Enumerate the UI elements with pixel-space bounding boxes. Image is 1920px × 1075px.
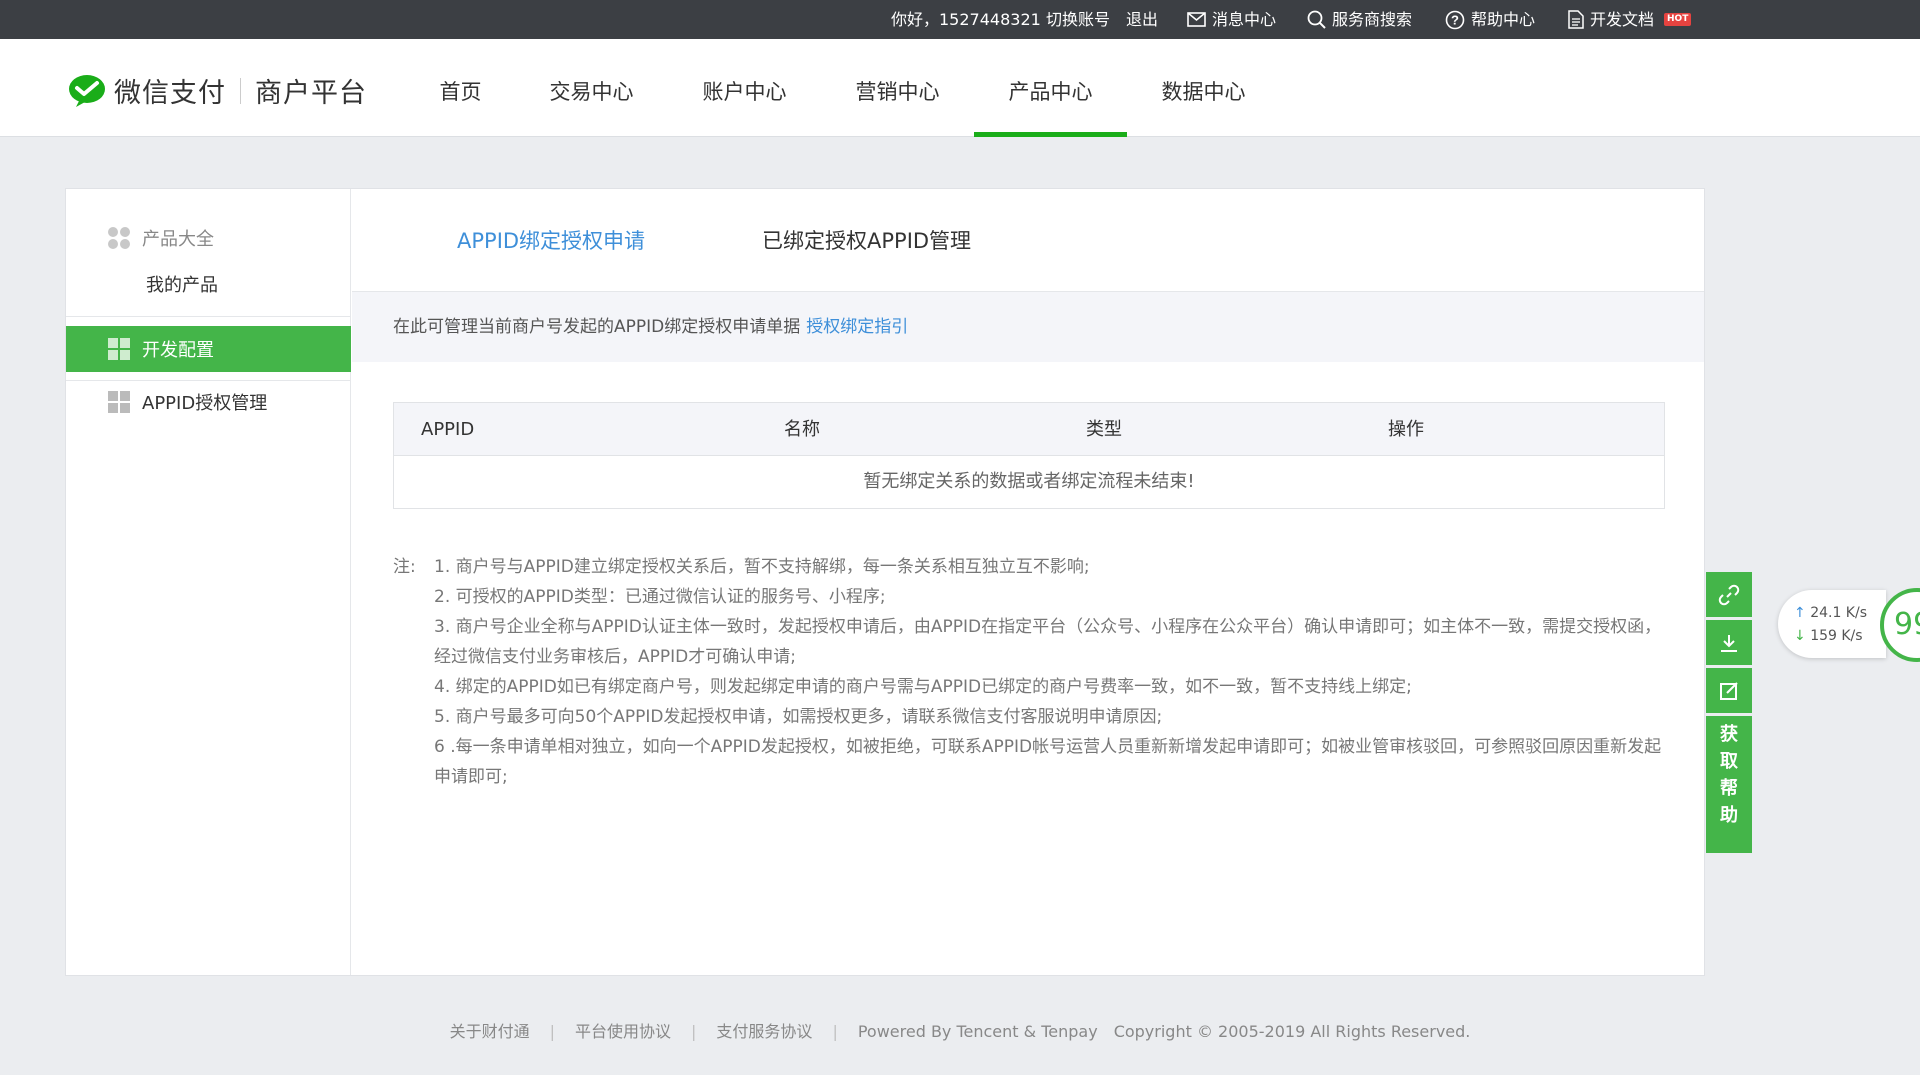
link-tool-button[interactable] bbox=[1706, 572, 1752, 617]
footer-powered-by: Powered By Tencent & Tenpay bbox=[857, 1022, 1098, 1041]
switch-account-label: 切换账号 bbox=[1046, 9, 1111, 29]
appid-grid-icon bbox=[108, 391, 130, 413]
logout-link[interactable]: 退出 bbox=[1126, 0, 1158, 39]
floating-toolbar: 获取帮助 bbox=[1706, 572, 1752, 853]
footer-copyright: Copyright © 2005-2019 All Rights Reserve… bbox=[1113, 1022, 1471, 1041]
download-speed-value: 159 K/s bbox=[1810, 628, 1863, 644]
sidebar-divider bbox=[66, 316, 351, 317]
speed-gauge[interactable]: 99 bbox=[1880, 588, 1920, 662]
logo-divider bbox=[240, 77, 241, 104]
sidebar-item-dev-config-label: 开发配置 bbox=[142, 340, 214, 361]
edit-tool-button[interactable] bbox=[1706, 668, 1752, 713]
download-tool-button[interactable] bbox=[1706, 620, 1752, 665]
column-header-type: 类型 bbox=[1086, 419, 1122, 440]
footer-separator: | bbox=[832, 1022, 838, 1041]
main-header: 微信支付 商户平台 首页 交易中心 账户中心 营销中心 产品中心 数据中心 bbox=[0, 39, 1920, 137]
service-search-label: 服务商搜索 bbox=[1332, 9, 1413, 29]
dev-config-grid-icon bbox=[108, 338, 130, 360]
column-header-appid: APPID bbox=[421, 419, 475, 440]
wechat-pay-logo[interactable]: 微信支付 商户平台 bbox=[68, 71, 367, 110]
table-header: APPID 名称 类型 操作 bbox=[394, 403, 1664, 456]
notes-list: 1. 商户号与APPID建立绑定授权关系后，暂不支持解绑，每一条关系相互独立互不… bbox=[434, 552, 1672, 792]
nav-account-center[interactable]: 账户中心 bbox=[668, 39, 821, 137]
network-speed-widget: ↑ 24.1 K/s ↓ 159 K/s bbox=[1778, 590, 1886, 658]
message-center-label: 消息中心 bbox=[1212, 9, 1277, 29]
upload-arrow-icon: ↑ bbox=[1794, 605, 1806, 621]
tab-appid-manage[interactable]: 已绑定授权APPID管理 bbox=[762, 225, 971, 255]
sidebar-item-appid-auth[interactable]: APPID授权管理 bbox=[108, 387, 267, 417]
greeting-text: 你好，1527448321 bbox=[891, 0, 1041, 39]
nav-data-center[interactable]: 数据中心 bbox=[1127, 39, 1280, 137]
document-icon bbox=[1568, 10, 1584, 29]
nav-trade-center[interactable]: 交易中心 bbox=[515, 39, 668, 137]
note-item: 2. 可授权的APPID类型：已通过微信认证的服务号、小程序; bbox=[434, 587, 886, 607]
upload-speed-value: 24.1 K/s bbox=[1810, 605, 1868, 621]
hot-badge: HOT bbox=[1664, 13, 1692, 26]
download-speed: ↓ 159 K/s bbox=[1794, 625, 1886, 648]
notes-label: 注: bbox=[393, 557, 416, 577]
column-header-name: 名称 bbox=[784, 419, 820, 440]
auth-guide-link[interactable]: 授权绑定指引 bbox=[806, 317, 908, 337]
footer: 关于财付通 | 平台使用协议 | 支付服务协议 | Powered By Tencent &… bbox=[0, 1018, 1920, 1042]
footer-platform-agreement-link[interactable]: 平台使用协议 bbox=[575, 1022, 671, 1041]
top-bar: 你好，1527448321 切换账号 退出 消息中心 服务商搜索 ? 帮助中心 … bbox=[0, 0, 1920, 39]
svg-text:?: ? bbox=[1451, 12, 1459, 27]
switch-account-link[interactable]: 切换账号 bbox=[1046, 0, 1110, 39]
notice-bar: 在此可管理当前商户号发起的APPID绑定授权申请单据 授权绑定指引 bbox=[352, 292, 1704, 362]
dev-docs-label: 开发文档 bbox=[1590, 9, 1655, 29]
wechat-pay-logo-icon bbox=[69, 74, 105, 107]
sidebar-item-dev-config[interactable]: 开发配置 bbox=[66, 326, 351, 372]
get-help-char: 获 bbox=[1720, 724, 1738, 745]
nav-product-center[interactable]: 产品中心 bbox=[974, 39, 1127, 137]
footer-separator: | bbox=[691, 1022, 697, 1041]
envelope-icon bbox=[1187, 12, 1206, 27]
nav-marketing-center[interactable]: 营销中心 bbox=[821, 39, 974, 137]
tab-appid-apply[interactable]: APPID绑定授权申请 bbox=[457, 225, 645, 255]
note-item: 1. 商户号与APPID建立绑定授权关系后，暂不支持解绑，每一条关系相互独立互不… bbox=[434, 557, 1090, 577]
note-item: 4. 绑定的APPID如已有绑定商户号，则发起绑定申请的商户号需与APPID已绑… bbox=[434, 677, 1412, 697]
footer-separator: | bbox=[549, 1022, 556, 1041]
sidebar-item-my-products[interactable]: 我的产品 bbox=[146, 271, 218, 297]
sidebar-group-products: 产品大全 bbox=[108, 225, 214, 251]
footer-payment-agreement-link[interactable]: 支付服务协议 bbox=[716, 1022, 812, 1041]
content-area: APPID绑定授权申请 已绑定授权APPID管理 在此可管理当前商户号发起的AP… bbox=[352, 189, 1704, 975]
greeting-label: 你好，1527448321 bbox=[891, 9, 1041, 29]
products-dots-icon bbox=[108, 227, 130, 249]
upload-speed: ↑ 24.1 K/s bbox=[1794, 602, 1886, 625]
download-arrow-icon: ↓ bbox=[1794, 628, 1806, 644]
footer-about-link[interactable]: 关于财付通 bbox=[450, 1022, 530, 1041]
note-item: 5. 商户号最多可向50个APPID发起授权申请，如需授权更多，请联系微信支付客… bbox=[434, 707, 1163, 727]
main-card: 产品大全 我的产品 开发配置 APPID授权管理 APPID绑定授权申请 已绑定… bbox=[65, 188, 1705, 976]
appid-table: APPID 名称 类型 操作 暂无绑定关系的数据或者绑定流程未结束! bbox=[393, 402, 1665, 509]
sidebar-divider bbox=[66, 380, 351, 381]
logout-label: 退出 bbox=[1126, 9, 1159, 29]
sidebar-item-appid-label: APPID授权管理 bbox=[142, 393, 268, 414]
platform-name: 商户平台 bbox=[255, 78, 367, 109]
get-help-char: 取 bbox=[1720, 751, 1738, 772]
dev-docs-link[interactable]: 开发文档 HOT bbox=[1568, 0, 1692, 39]
notice-text: 在此可管理当前商户号发起的APPID绑定授权申请单据 bbox=[393, 317, 801, 337]
note-item: 6 .每一条申请单相对独立，如向一个APPID发起授权，如被拒绝，可联系APPI… bbox=[434, 737, 1662, 787]
get-help-char: 帮 bbox=[1720, 778, 1738, 799]
gauge-value: 99 bbox=[1894, 607, 1920, 642]
get-help-button[interactable]: 获取帮助 bbox=[1706, 716, 1752, 853]
search-icon bbox=[1307, 10, 1326, 29]
help-center-link[interactable]: ? 帮助中心 bbox=[1445, 0, 1535, 39]
edit-icon bbox=[1720, 681, 1738, 700]
help-circle-icon: ? bbox=[1445, 10, 1465, 29]
note-item: 3. 商户号企业全称与APPID认证主体一致时，发起授权申请后，由APPID在指… bbox=[434, 617, 1662, 667]
tab-bar: APPID绑定授权申请 已绑定授权APPID管理 bbox=[352, 189, 1704, 292]
sidebar: 产品大全 我的产品 开发配置 APPID授权管理 bbox=[66, 189, 351, 975]
get-help-char: 助 bbox=[1720, 805, 1738, 826]
table-empty-message: 暂无绑定关系的数据或者绑定流程未结束! bbox=[863, 471, 1195, 492]
sidebar-group-title: 产品大全 bbox=[142, 229, 214, 250]
get-help-label: 获取帮助 bbox=[1706, 721, 1752, 829]
brand-name: 微信支付 bbox=[114, 78, 226, 109]
column-header-action: 操作 bbox=[1388, 419, 1424, 440]
message-center-link[interactable]: 消息中心 bbox=[1187, 0, 1276, 39]
link-icon bbox=[1718, 584, 1740, 605]
help-center-label: 帮助中心 bbox=[1471, 9, 1536, 29]
service-search-link[interactable]: 服务商搜索 bbox=[1307, 0, 1412, 39]
download-icon bbox=[1721, 634, 1737, 652]
